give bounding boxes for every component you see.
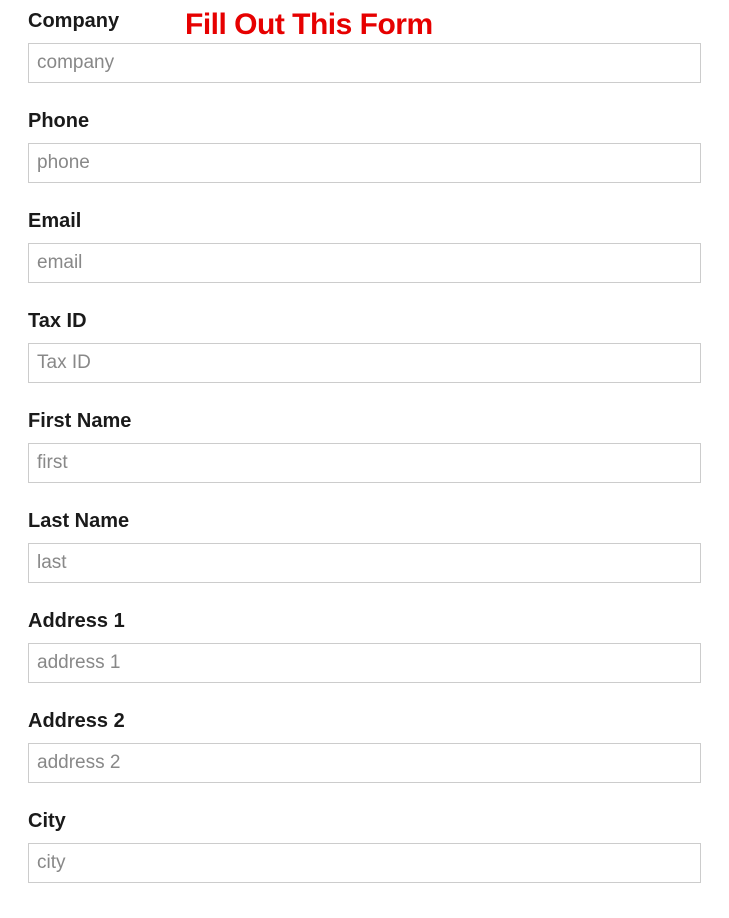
tax-id-label: Tax ID [28, 310, 701, 333]
phone-group: Phone [28, 110, 701, 183]
address-1-label: Address 1 [28, 610, 701, 633]
address-2-input[interactable] [28, 743, 701, 783]
city-group: City [28, 810, 701, 883]
address-1-input[interactable] [28, 643, 701, 683]
address-1-group: Address 1 [28, 610, 701, 683]
form-container: Company Phone Email Tax ID First Name La… [0, 0, 729, 883]
phone-label: Phone [28, 110, 701, 133]
phone-input[interactable] [28, 143, 701, 183]
email-input[interactable] [28, 243, 701, 283]
city-label: City [28, 810, 701, 833]
last-name-group: Last Name [28, 510, 701, 583]
email-label: Email [28, 210, 701, 233]
tax-id-group: Tax ID [28, 310, 701, 383]
city-input[interactable] [28, 843, 701, 883]
tax-id-input[interactable] [28, 343, 701, 383]
last-name-input[interactable] [28, 543, 701, 583]
first-name-label: First Name [28, 410, 701, 433]
first-name-group: First Name [28, 410, 701, 483]
address-2-label: Address 2 [28, 710, 701, 733]
form-title: Fill Out This Form [185, 8, 433, 42]
last-name-label: Last Name [28, 510, 701, 533]
company-input[interactable] [28, 43, 701, 83]
first-name-input[interactable] [28, 443, 701, 483]
address-2-group: Address 2 [28, 710, 701, 783]
email-group: Email [28, 210, 701, 283]
